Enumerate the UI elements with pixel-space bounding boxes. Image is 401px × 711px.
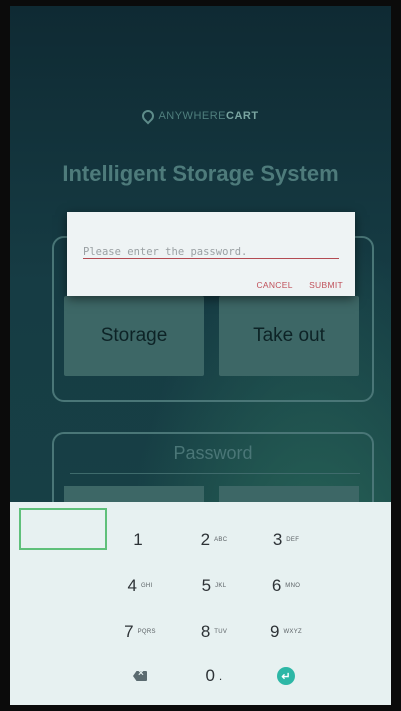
dialog-actions: CANCEL SUBMIT: [242, 280, 343, 290]
key-letters: .: [218, 669, 223, 683]
backspace-key[interactable]: [110, 656, 170, 696]
key-letters: TUV: [214, 629, 228, 635]
key-5[interactable]: 5 JKL: [184, 566, 244, 606]
enter-key[interactable]: ↵: [256, 656, 316, 696]
password-section-label: Password: [173, 443, 253, 463]
key-9[interactable]: 9 WXYZ: [256, 612, 316, 652]
key-digit: 2: [200, 530, 211, 549]
key-letters: DEF: [286, 537, 300, 543]
location-pin-icon: [139, 107, 157, 125]
storage-button[interactable]: Storage: [64, 296, 204, 376]
key-letters: ABC: [214, 537, 228, 543]
device-screen: ANYWHERECART Intelligent Storage System …: [10, 6, 391, 705]
key-digit: 1: [133, 530, 143, 549]
cancel-button[interactable]: CANCEL: [256, 280, 292, 290]
logo-text-cart: CART: [226, 110, 259, 122]
app-logo: ANYWHERECART: [10, 107, 391, 125]
numeric-keypad: 1 2 ABC 3 DEF 4 GHI 5 JKL 6 MNO 7 PQRS 8 TUV 9W…: [10, 502, 391, 705]
password-dialog: CANCEL SUBMIT: [67, 212, 355, 296]
key-digit: 0: [205, 666, 215, 685]
key-7[interactable]: 7 PQRS: [110, 612, 170, 652]
password-input[interactable]: [83, 246, 339, 258]
backspace-icon: [133, 671, 147, 681]
page-title: Intelligent Storage System: [62, 161, 339, 186]
key-letters: PQRS: [137, 629, 156, 635]
key-letters: MNO: [285, 583, 301, 589]
key-digit: 7: [124, 622, 134, 641]
key-2[interactable]: 2 ABC: [184, 520, 244, 560]
key-digit: 5: [201, 576, 212, 595]
enter-icon: ↵: [277, 667, 295, 685]
key-digit: 8: [200, 622, 211, 641]
key-3[interactable]: 3 DEF: [256, 520, 316, 560]
key-0[interactable]: 0.: [184, 656, 244, 696]
focus-highlight: [19, 508, 107, 550]
password-field-wrapper: [83, 242, 339, 259]
key-letters: GHI: [140, 583, 153, 589]
key-8[interactable]: 8 TUV: [184, 612, 244, 652]
take-out-button[interactable]: Take out: [219, 296, 359, 376]
submit-button[interactable]: SUBMIT: [309, 280, 343, 290]
key-digit: 4: [127, 576, 137, 595]
key-6[interactable]: 6 MNO: [256, 566, 316, 606]
key-1[interactable]: 1: [110, 520, 170, 560]
password-divider: [70, 473, 360, 474]
key-digit: 3: [272, 530, 283, 549]
logo-text-anywhere: ANYWHERE: [158, 110, 226, 122]
key-letters: WXYZ: [283, 629, 302, 635]
key-4[interactable]: 4 GHI: [110, 566, 170, 606]
key-letters: JKL: [215, 583, 227, 589]
key-digit: 9: [269, 622, 280, 641]
key-digit: 6: [271, 576, 282, 595]
